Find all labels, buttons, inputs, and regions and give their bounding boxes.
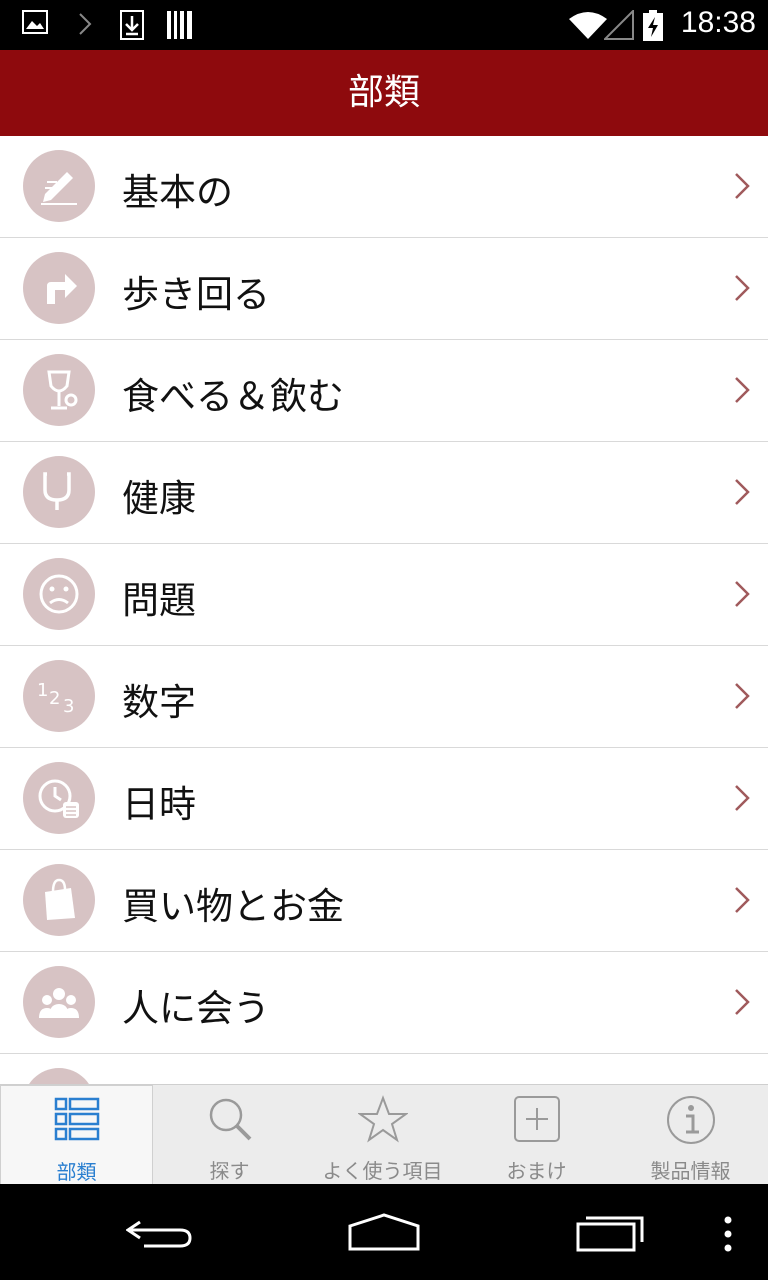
bottom-tab-bar: 部類 探す よく使う項目 おまけ 製品情報	[0, 1084, 768, 1185]
list-item-date-time[interactable]: 日時	[0, 748, 768, 851]
chevron-right-icon	[734, 784, 750, 816]
wifi-icon	[568, 10, 608, 44]
tab-label: 製品情報	[650, 1159, 731, 1183]
stethoscope-icon	[23, 456, 95, 528]
list-item-problems[interactable]: 問題	[0, 544, 768, 647]
list-item-label: 基本の	[122, 171, 233, 214]
partial-category-icon	[23, 1068, 95, 1084]
category-list-icon	[54, 1097, 99, 1141]
page-title: 部類	[0, 50, 768, 136]
list-item-basics[interactable]: 基本の	[0, 136, 768, 239]
barcode-icon	[166, 10, 194, 44]
overflow-menu-icon[interactable]	[722, 1214, 734, 1254]
recent-apps-icon[interactable]	[574, 1214, 646, 1254]
chevron-right-icon	[734, 886, 750, 918]
home-icon[interactable]	[346, 1212, 422, 1252]
search-icon	[209, 1098, 251, 1141]
battery-icon	[642, 10, 664, 46]
plus-box-icon	[513, 1096, 560, 1142]
list-item-meeting-people[interactable]: 人に会う	[0, 952, 768, 1055]
chevron-right-icon	[734, 478, 750, 510]
info-icon	[666, 1096, 715, 1144]
tab-label: 部類	[56, 1160, 97, 1184]
clock-calendar-icon	[23, 762, 95, 834]
chevron-right-icon	[734, 682, 750, 714]
tab-label: よく使う項目	[322, 1159, 443, 1183]
svg-text:2: 2	[49, 688, 60, 709]
tab-extras[interactable]: おまけ	[460, 1085, 613, 1185]
list-item-health[interactable]: 健康	[0, 442, 768, 545]
chevron-right-icon	[734, 988, 750, 1020]
list-item-label: 買い物とお金	[122, 885, 344, 928]
chevron-right-icon	[734, 172, 750, 204]
back-icon[interactable]	[126, 1216, 194, 1250]
shopping-bag-icon	[23, 864, 95, 936]
list-item-getting-around[interactable]: 歩き回る	[0, 238, 768, 341]
status-time: 18:38	[680, 6, 756, 39]
list-item-label: 数字	[122, 681, 196, 724]
people-icon	[23, 966, 95, 1038]
list-item-numbers[interactable]: 123 数字	[0, 646, 768, 749]
svg-text:1: 1	[37, 680, 48, 701]
star-icon	[357, 1095, 408, 1143]
svg-text:3: 3	[63, 696, 74, 717]
chevron-right-icon	[734, 274, 750, 306]
status-bar: 18:38	[0, 0, 768, 50]
list-item-shopping-money[interactable]: 買い物とお金	[0, 850, 768, 953]
chevron-right-icon	[78, 10, 92, 42]
signal-icon	[602, 8, 634, 44]
list-item-eat-drink[interactable]: 食べる＆飲む	[0, 340, 768, 443]
download-icon	[120, 10, 144, 44]
tab-product-info[interactable]: 製品情報	[614, 1085, 767, 1185]
numbers-icon: 123	[23, 660, 95, 732]
tab-favorites[interactable]: よく使う項目	[306, 1085, 459, 1185]
list-item-label: 食べる＆飲む	[122, 375, 344, 418]
tab-categories[interactable]: 部類	[0, 1085, 153, 1185]
list-item-label: 日時	[122, 783, 196, 826]
list-item-label: 人に会う	[122, 987, 270, 1030]
tab-search[interactable]: 探す	[153, 1085, 306, 1185]
wine-glass-icon	[23, 354, 95, 426]
system-navigation-bar	[0, 1184, 768, 1280]
list-item-partial[interactable]	[0, 1054, 768, 1084]
turn-right-arrow-icon	[23, 252, 95, 324]
sad-face-icon	[23, 558, 95, 630]
list-item-label: 問題	[122, 579, 196, 622]
chevron-right-icon	[734, 376, 750, 408]
category-list: 基本の 歩き回る 食べる＆飲む 健康 問題 123 数字 日時 買い物とお金 人…	[0, 136, 768, 1084]
tab-label: おまけ	[506, 1159, 567, 1183]
gallery-notification-icon	[22, 10, 48, 38]
chevron-right-icon	[734, 580, 750, 612]
list-item-label: 健康	[122, 477, 196, 520]
list-item-label: 歩き回る	[122, 273, 270, 316]
tab-label: 探す	[209, 1159, 250, 1183]
pencil-icon	[23, 150, 95, 222]
